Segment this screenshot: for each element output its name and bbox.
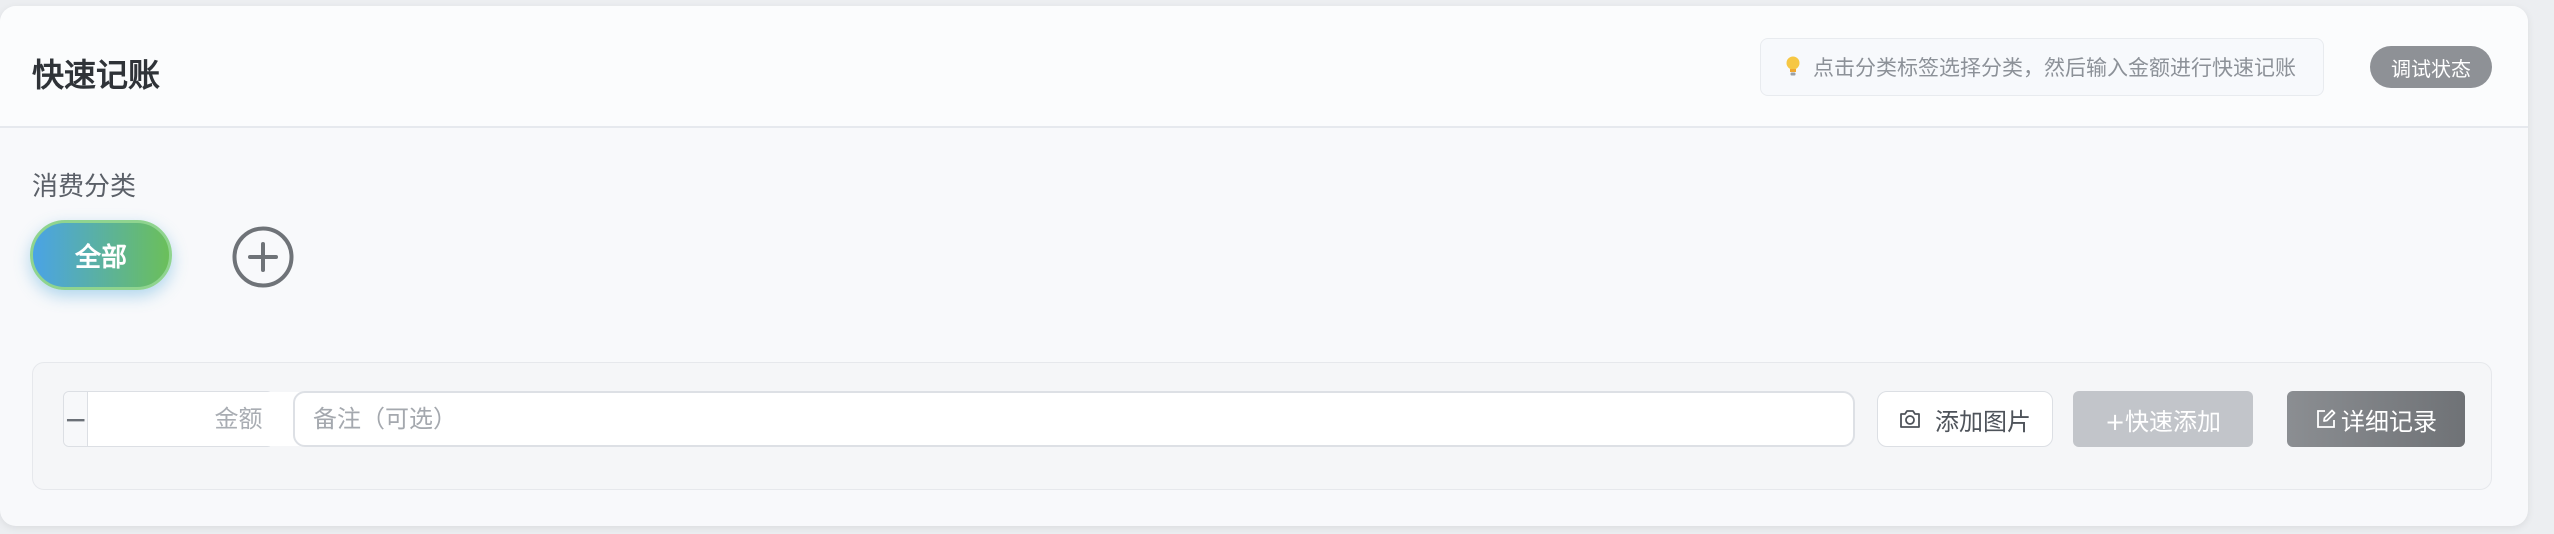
detail-record-button[interactable]: 详细记录 bbox=[2287, 391, 2465, 447]
camera-icon bbox=[1900, 410, 1920, 428]
detail-record-label: 详细记录 bbox=[2341, 407, 2437, 436]
tip-banner: 点击分类标签选择分类，然后输入金额进行快速记账 bbox=[1760, 38, 2324, 96]
add-image-button[interactable]: 添加图片 bbox=[1877, 391, 2053, 447]
lightbulb-icon bbox=[1786, 56, 1800, 76]
amount-stepper: − + bbox=[63, 391, 413, 447]
quick-entry-card: 快速记账 点击分类标签选择分类，然后输入金额进行快速记账 调试状态 消费分类 全… bbox=[0, 6, 2528, 526]
edit-icon bbox=[2317, 409, 2336, 428]
add-image-label: 添加图片 bbox=[1935, 407, 2031, 436]
add-category-button[interactable] bbox=[232, 226, 294, 288]
decrement-button[interactable]: − bbox=[64, 392, 89, 446]
quick-add-button[interactable]: +快速添加 bbox=[2073, 391, 2253, 447]
note-input[interactable] bbox=[293, 391, 1855, 447]
category-section-label: 消费分类 bbox=[32, 172, 137, 202]
entry-panel: − + 添加图片 +快速添加 详细记录 bbox=[32, 362, 2492, 490]
debug-status-button[interactable]: 调试状态 bbox=[2370, 46, 2492, 88]
category-pill-all[interactable]: 全部 bbox=[30, 220, 172, 290]
tip-text: 点击分类标签选择分类，然后输入金额进行快速记账 bbox=[1813, 56, 2296, 80]
page-title: 快速记账 bbox=[32, 56, 161, 94]
card-header: 快速记账 点击分类标签选择分类，然后输入金额进行快速记账 调试状态 bbox=[0, 6, 2528, 128]
